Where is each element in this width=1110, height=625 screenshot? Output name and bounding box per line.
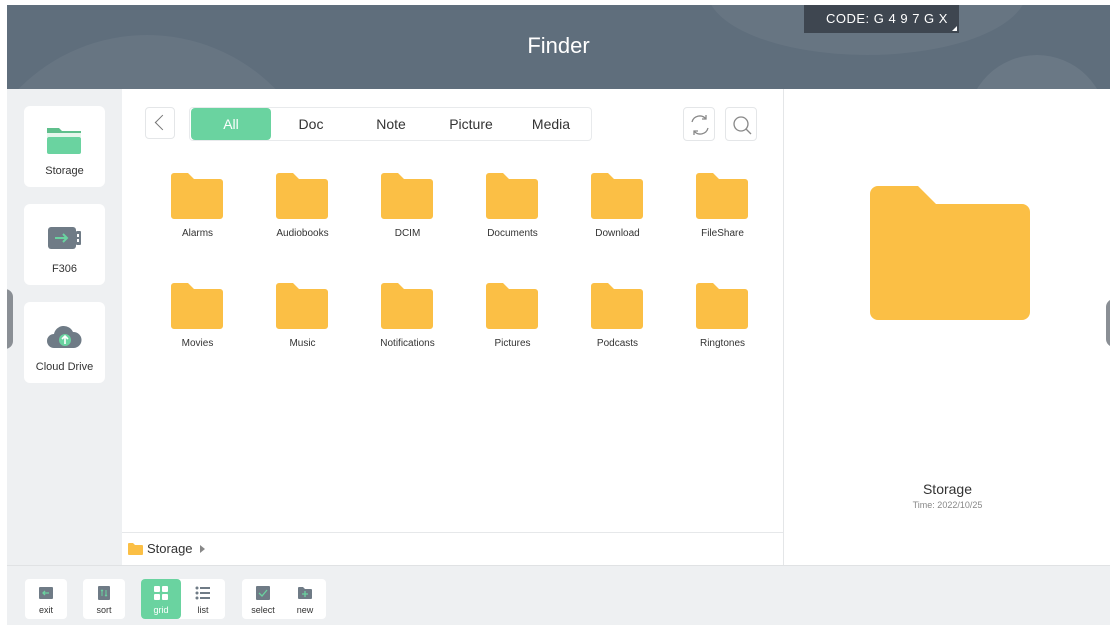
tab-doc[interactable]: Doc — [271, 108, 351, 140]
folder-item[interactable]: Audiobooks — [250, 171, 355, 261]
folder-item[interactable]: Pictures — [460, 281, 565, 371]
connection-code: CODE: G 4 9 7 G X — [826, 11, 948, 26]
sidebar-item-label: Cloud Drive — [35, 361, 94, 373]
new-folder-button[interactable]: new — [285, 579, 325, 619]
folder-icon — [591, 173, 643, 219]
expand-corner-icon — [952, 26, 957, 31]
back-button[interactable] — [145, 107, 175, 139]
sidebar-item-f306[interactable]: F306 — [24, 204, 105, 285]
tab-media[interactable]: Media — [511, 108, 591, 140]
folder-icon — [486, 283, 538, 329]
folder-name: Music — [289, 338, 316, 349]
folder-item[interactable]: FileShare — [670, 171, 775, 261]
storage-folder-icon — [47, 128, 81, 154]
app-header: Finder CODE: G 4 9 7 G X — [7, 5, 1110, 89]
list-label: list — [197, 605, 209, 615]
toolbar-group: sort — [83, 579, 125, 619]
grid-view-button[interactable]: grid — [141, 579, 181, 619]
folder-icon — [171, 283, 223, 329]
folder-name: FileShare — [701, 228, 744, 239]
exit-label: exit — [38, 605, 53, 615]
tab-note[interactable]: Note — [351, 108, 431, 140]
file-browser: All Doc Note Picture Media Alarms Audiob… — [122, 89, 783, 565]
folder-icon — [486, 173, 538, 219]
refresh-icon — [691, 115, 709, 135]
connection-code-badge[interactable]: CODE: G 4 9 7 G X — [804, 5, 959, 33]
exit-icon — [39, 587, 53, 599]
folder-item[interactable]: DCIM — [355, 171, 460, 261]
folder-icon — [381, 173, 433, 219]
file-type-tabs: All Doc Note Picture Media — [189, 107, 592, 141]
grid-label: grid — [153, 605, 169, 615]
search-button[interactable] — [725, 107, 757, 141]
select-button[interactable]: select — [243, 579, 283, 619]
device-sidebar: Storage F306 Cloud Drive — [7, 89, 122, 565]
breadcrumb-arrow-icon — [200, 545, 205, 553]
view-mode-group: grid list — [141, 579, 225, 619]
sort-icon — [98, 586, 110, 600]
sidebar-item-label: Storage — [45, 165, 84, 177]
new-label: new — [296, 605, 314, 615]
folder-name: Download — [595, 228, 640, 239]
select-checkbox-icon — [256, 586, 270, 600]
tab-all[interactable]: All — [191, 108, 271, 140]
tab-picture[interactable]: Picture — [431, 108, 511, 140]
folder-name: Audiobooks — [276, 228, 329, 239]
folder-icon — [696, 173, 748, 219]
cloud-upload-icon — [47, 325, 82, 348]
preview-name: Storage — [922, 481, 973, 497]
folder-name: Ringtones — [699, 338, 746, 349]
list-view-icon — [195, 586, 210, 600]
toolbar-group: select new — [242, 579, 326, 619]
sidebar-item-label: F306 — [51, 263, 78, 275]
toolbar-group: exit — [25, 579, 67, 619]
list-view-button[interactable]: list — [183, 579, 223, 619]
folder-item[interactable]: Podcasts — [565, 281, 670, 371]
folder-preview-icon — [870, 186, 1030, 320]
folder-item[interactable]: Movies — [145, 281, 250, 371]
new-folder-icon — [298, 587, 312, 599]
folder-name: DCIM — [394, 228, 421, 239]
header-decoration — [967, 55, 1107, 89]
grid-view-icon — [154, 586, 168, 600]
folder-icon — [171, 173, 223, 219]
folder-name: Pictures — [494, 338, 531, 349]
refresh-button[interactable] — [683, 107, 715, 141]
folder-name: Podcasts — [596, 338, 639, 349]
folder-item[interactable]: Ringtones — [670, 281, 775, 371]
folder-item[interactable]: Alarms — [145, 171, 250, 261]
preview-time: Time: 2022/10/25 — [912, 500, 983, 510]
folder-name: Documents — [487, 228, 538, 239]
folder-item[interactable]: Music — [250, 281, 355, 371]
app-title: Finder — [527, 33, 590, 58]
folder-icon — [381, 283, 433, 329]
finder-window: Finder CODE: G 4 9 7 G X Storage F306 Cl… — [7, 5, 1110, 625]
usb-drive-icon — [48, 227, 81, 249]
folder-icon — [591, 283, 643, 329]
folder-icon — [276, 283, 328, 329]
sidebar-item-cloud-drive[interactable]: Cloud Drive — [24, 302, 105, 383]
folder-name: Notifications — [380, 338, 435, 349]
folder-item[interactable]: Documents — [460, 171, 565, 261]
sidebar-item-storage[interactable]: Storage — [24, 106, 105, 187]
folder-item[interactable]: Download — [565, 171, 670, 261]
select-label: select — [251, 605, 275, 615]
breadcrumb: Storage — [122, 532, 783, 565]
search-icon — [733, 116, 752, 135]
folder-item[interactable]: Notifications — [355, 281, 460, 371]
sort-button[interactable]: sort — [84, 579, 124, 619]
breadcrumb-item-storage[interactable]: Storage — [147, 541, 193, 556]
chevron-left-icon — [154, 114, 171, 131]
preview-panel: Storage Time: 2022/10/25 — [783, 89, 1110, 565]
sidebar-collapse-handle[interactable] — [7, 289, 13, 349]
folder-name: Movies — [181, 338, 214, 349]
folder-icon — [696, 283, 748, 329]
preview-collapse-handle[interactable] — [1106, 299, 1110, 347]
folder-icon — [276, 173, 328, 219]
folder-name: Alarms — [181, 228, 214, 239]
exit-button[interactable]: exit — [26, 579, 66, 619]
folder-icon — [128, 543, 143, 555]
sort-label: sort — [96, 605, 112, 615]
bottom-toolbar: exit sort grid list select new — [7, 565, 1110, 625]
